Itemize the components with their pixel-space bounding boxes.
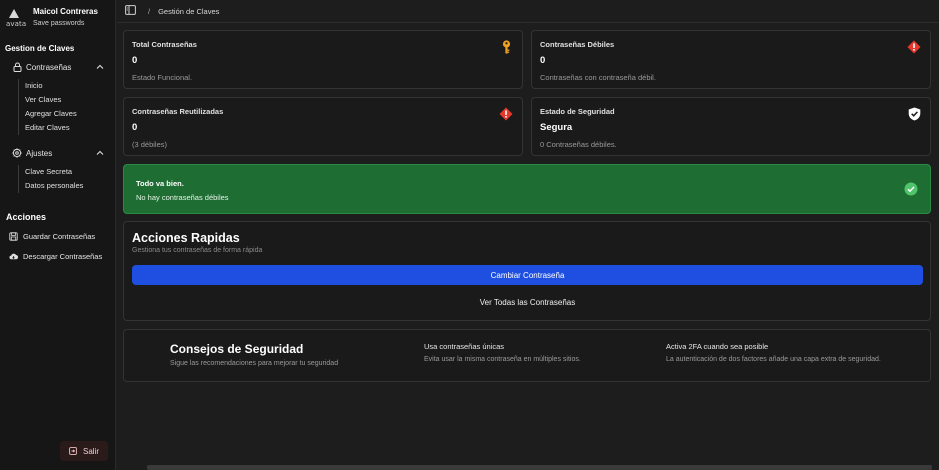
sidebar-sublist-contrasenas: Inicio Ver Claves Agregar Claves Editar … [18,79,77,135]
stat-label: Estado de Seguridad [540,107,615,116]
stat-label: Contraseñas Reutilizadas [132,107,224,116]
stat-value: 0 [132,122,138,133]
lock-icon [12,62,22,72]
save-icon [9,232,18,241]
sidebar-toggle-icon[interactable] [125,5,136,17]
section-title-acciones: Acciones [6,212,47,222]
chevron-up-icon[interactable] [96,149,104,158]
shield-check-icon [907,107,921,121]
warning-diamond-icon [907,40,921,54]
status-alert: Todo va bien. No hay contraseñas débiles [123,164,931,214]
quick-actions-subtitle: Gestiona tus contraseñas de forma rápida [132,247,263,254]
stat-desc: 0 Contraseñas débiles. [540,140,617,149]
gear-icon [12,148,22,158]
stat-label: Contraseñas Débiles [540,40,615,49]
sidebar-group-ajustes[interactable]: Ajustes [12,148,104,158]
sidebar-group-contrasenas[interactable]: Contraseñas [12,62,104,72]
sidebar-group-label: Ajustes [26,148,53,158]
view-all-passwords-button[interactable]: Ver Todas las Contraseñas [132,292,923,312]
section-title-gestion: Gestion de Claves [5,44,75,53]
stat-card-reutilizadas: Contraseñas Reutilizadas 0 (3 débiles) [123,97,523,156]
stat-value: 0 [132,55,138,66]
sidebar-item-ver-claves[interactable]: Ver Claves [25,93,77,107]
descargar-contrasenas-button[interactable]: Descargar Contraseñas [9,252,102,261]
warning-diamond-icon [499,107,513,121]
stat-card-debiles: Contraseñas Débiles 0 Contraseñas con co… [531,30,931,89]
chevron-up-icon[interactable] [96,63,104,72]
sidebar-sublist-ajustes: Clave Secreta Datos personales [18,165,83,193]
stat-desc: (3 débiles) [132,140,168,149]
logout-button[interactable]: Salir [60,441,108,461]
breadcrumb: Gestión de Claves [158,6,220,16]
sidebar-group-label: Contraseñas [26,62,72,72]
user-profile[interactable]: avata Maicol Contreras Save passwords [6,7,98,29]
sidebar-item-agregar-claves[interactable]: Agregar Claves [25,107,77,121]
sidebar-item-inicio[interactable]: Inicio [25,79,77,93]
app-logo: avata [6,7,26,29]
sidebar-item-clave-secreta[interactable]: Clave Secreta [25,165,83,179]
horizontal-scrollbar[interactable] [147,465,932,470]
sidebar: avata Maicol Contreras Save passwords Ge… [0,0,116,470]
quick-actions-card: Acciones Rapidas Gestiona tus contraseña… [123,221,931,321]
user-subtitle: Save passwords [33,20,85,27]
tip-desc: Evita usar la misma contraseña en múltip… [424,356,581,363]
tips-title: Consejos de Seguridad [170,342,304,356]
guardar-contrasenas-button[interactable]: Guardar Contraseñas [9,232,95,241]
security-tips-card: Consejos de Seguridad Sigue las recomend… [123,329,931,382]
stat-desc: Estado Funcional. [132,73,193,82]
change-password-button[interactable]: Cambiar Contraseña [132,265,923,285]
user-name: Maicol Contreras [33,7,98,16]
logout-icon [69,447,77,455]
tips-subtitle: Sigue las recomendaciones para mejorar t… [170,360,339,367]
stat-value: Segura [540,122,573,133]
check-circle-icon [904,182,918,196]
header-bar: / Gestión de Claves [117,0,939,23]
breadcrumb-separator: / [148,6,151,16]
stat-card-seguridad: Estado de Seguridad Segura 0 Contraseñas… [531,97,931,156]
stat-label: Total Contraseñas [132,40,197,49]
cloud-download-icon [9,252,18,261]
tip-title: Usa contraseñas únicas [424,342,505,351]
alert-desc: No hay contraseñas débiles [136,193,229,202]
stat-card-total: Total Contraseñas 0 Estado Funcional. [123,30,523,89]
stat-value: 0 [540,55,546,66]
tip-item: Activa 2FA cuando sea posible La autenti… [666,342,881,363]
tip-title: Activa 2FA cuando sea posible [666,342,769,351]
tip-item: Usa contraseñas únicas Evita usar la mis… [424,342,581,363]
alert-title: Todo va bien. [136,179,184,188]
tip-desc: La autenticación de dos factores añade u… [666,356,881,363]
stat-desc: Contraseñas con contraseña débil. [540,73,656,82]
sidebar-item-datos-personales[interactable]: Datos personales [25,179,83,193]
quick-actions-title: Acciones Rapidas [132,231,240,245]
sidebar-item-editar-claves[interactable]: Editar Claves [25,121,77,135]
key-icon [499,40,513,54]
